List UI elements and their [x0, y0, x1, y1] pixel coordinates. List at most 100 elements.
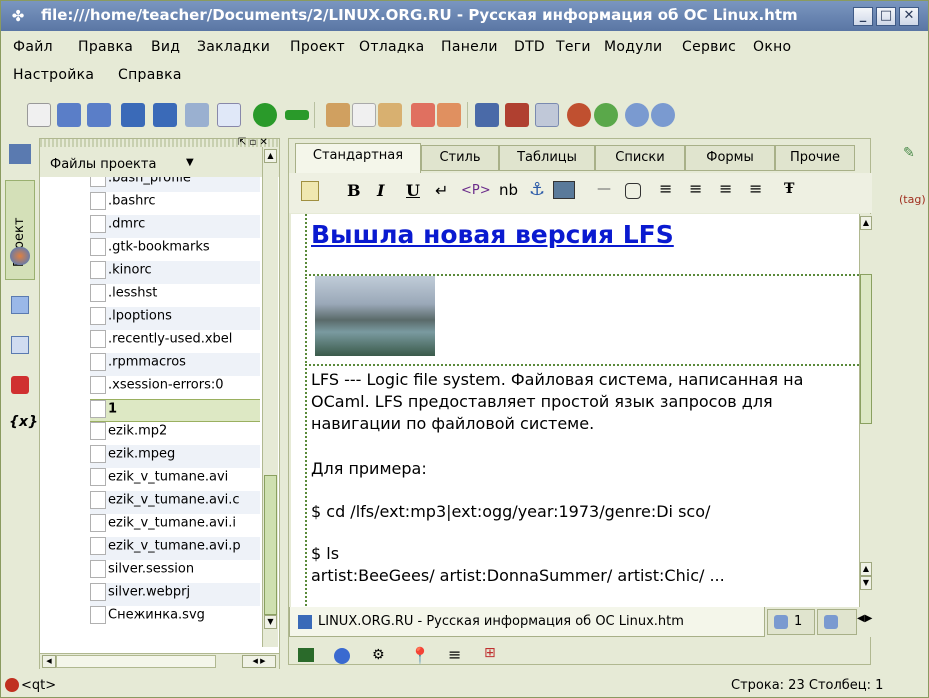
- menu-help[interactable]: Справка: [118, 67, 182, 83]
- chevron-down-icon[interactable]: ▼: [186, 157, 194, 168]
- quick-start-icon[interactable]: [301, 181, 319, 201]
- eye-icon[interactable]: [567, 103, 591, 127]
- file-tree-item[interactable]: ezik_v_tumane.avi.p: [90, 537, 260, 560]
- file-tree-item[interactable]: .lpoptions: [90, 307, 260, 330]
- file-tree-item[interactable]: .recently-used.xbel: [90, 330, 260, 353]
- align-justify-icon[interactable]: ≡: [749, 179, 762, 198]
- horizontal-rule-icon[interactable]: —: [597, 181, 611, 197]
- menu-project[interactable]: Проект: [290, 39, 345, 55]
- variables-icon[interactable]: {x}: [9, 414, 38, 430]
- nbsp-button[interactable]: nb: [499, 181, 518, 199]
- redo-icon[interactable]: [437, 103, 461, 127]
- problems-icon[interactable]: ⊞: [484, 645, 496, 661]
- hscrollbar-thumb[interactable]: [56, 655, 216, 668]
- vpl-view-icon[interactable]: [535, 103, 559, 127]
- editor-scrollbar-thumb[interactable]: [860, 274, 872, 424]
- info-icon[interactable]: [334, 648, 350, 664]
- tab-standard[interactable]: Стандартная: [295, 143, 421, 173]
- font-icon[interactable]: Ŧ: [784, 181, 794, 197]
- anchor-icon[interactable]: ⚓: [529, 179, 545, 200]
- document-structure-icon[interactable]: [11, 336, 29, 354]
- underline-button[interactable]: U: [406, 181, 420, 200]
- file-tree-item[interactable]: ezik.mpeg: [90, 445, 260, 468]
- italic-button[interactable]: I: [377, 181, 384, 200]
- menu-plugins[interactable]: Модули: [604, 39, 662, 55]
- doc-tab-main[interactable]: LINUX.ORG.RU - Русская информация об ОС …: [289, 607, 765, 637]
- tab-forms[interactable]: Формы: [685, 145, 775, 171]
- file-tree-item[interactable]: ezik_v_tumane.avi.c: [90, 491, 260, 514]
- menu-bookmarks[interactable]: Закладки: [197, 39, 270, 55]
- paste-icon[interactable]: [378, 103, 402, 127]
- file-tree-item[interactable]: .xsession-errors:0: [90, 376, 260, 399]
- menu-file[interactable]: Файл: [13, 39, 53, 55]
- add-icon[interactable]: [253, 103, 277, 127]
- file-tree-item[interactable]: 1: [90, 399, 260, 422]
- new-file-icon[interactable]: [27, 103, 51, 127]
- menu-tools[interactable]: Сервис: [682, 39, 736, 55]
- tab-scroll-arrows[interactable]: ◀▶: [857, 613, 872, 624]
- file-tree-item[interactable]: ezik_v_tumane.avi: [90, 468, 260, 491]
- filesystem-icon[interactable]: [9, 144, 31, 164]
- project-panel-title[interactable]: Файлы проекта: [50, 157, 156, 172]
- menu-panels[interactable]: Панели: [441, 39, 498, 55]
- close-button[interactable]: ✕: [899, 7, 919, 26]
- open-project-icon[interactable]: [87, 103, 111, 127]
- menu-debug[interactable]: Отладка: [359, 39, 425, 55]
- project-hscrollbar[interactable]: ◀ ◀ ▶: [40, 653, 279, 669]
- vpl-document-view[interactable]: Вышла новая версия LFS LFS --- Logic fil…: [291, 214, 859, 634]
- file-tree-item[interactable]: .dmrc: [90, 215, 260, 238]
- scripts-icon[interactable]: [11, 376, 29, 394]
- editor-scrollbar[interactable]: ▲ ▲ ▼: [859, 214, 872, 607]
- messages-icon[interactable]: [298, 648, 314, 662]
- file-tree-item[interactable]: ezik.mp2: [90, 422, 260, 445]
- article-heading-link[interactable]: Вышла новая версия LFS: [311, 220, 674, 249]
- file-tree-item[interactable]: .lesshst: [90, 284, 260, 307]
- copy-icon[interactable]: [352, 103, 376, 127]
- remove-icon[interactable]: [285, 110, 309, 120]
- align-center-icon[interactable]: ≡: [689, 179, 702, 198]
- reload-icon[interactable]: [594, 103, 618, 127]
- back-icon[interactable]: [625, 103, 649, 127]
- align-left-icon[interactable]: ≡: [659, 179, 672, 198]
- tab-tables[interactable]: Таблицы: [499, 145, 595, 171]
- file-tree-item[interactable]: silver.session: [90, 560, 260, 583]
- tab-lists[interactable]: Списки: [595, 145, 685, 171]
- undo-icon[interactable]: [411, 103, 435, 127]
- image-icon[interactable]: [553, 181, 575, 199]
- menu-tags[interactable]: Теги: [556, 39, 591, 55]
- doc-tab-partial[interactable]: [817, 609, 857, 635]
- menu-dtd[interactable]: DTD: [514, 39, 545, 55]
- print-icon[interactable]: [185, 103, 209, 127]
- save-all-icon[interactable]: [153, 103, 177, 127]
- comment-icon[interactable]: [625, 183, 641, 199]
- save-icon[interactable]: [121, 103, 145, 127]
- file-tree-item[interactable]: .bashrc: [90, 192, 260, 215]
- project-scrollbar[interactable]: ▲ ▼: [262, 147, 278, 647]
- file-tree-item[interactable]: Снежинка.svg: [90, 606, 260, 629]
- list-icon[interactable]: ≡: [448, 645, 461, 664]
- file-tree-item[interactable]: silver.webprj: [90, 583, 260, 606]
- attributes-icon[interactable]: ✎: [903, 145, 915, 161]
- tab-project[interactable]: Проект: [5, 180, 35, 280]
- line-break-icon[interactable]: ↵: [435, 181, 448, 200]
- templates-icon[interactable]: [11, 296, 29, 314]
- tab-other[interactable]: Прочие: [775, 145, 855, 171]
- file-tree-item[interactable]: .kinorc: [90, 261, 260, 284]
- cut-icon[interactable]: [326, 103, 350, 127]
- debug-icon[interactable]: ⚙: [372, 647, 385, 663]
- split-view-icon[interactable]: [505, 103, 529, 127]
- bold-button[interactable]: B: [347, 181, 361, 200]
- file-tree-item[interactable]: .gtk-bookmarks: [90, 238, 260, 261]
- tag-button[interactable]: (tag): [899, 193, 926, 206]
- source-view-icon[interactable]: [475, 103, 499, 127]
- file-tree-item[interactable]: .bash_profile: [90, 177, 260, 192]
- paragraph-button[interactable]: <P>: [461, 183, 491, 198]
- new-project-icon[interactable]: [57, 103, 81, 127]
- menu-edit[interactable]: Правка: [78, 39, 133, 55]
- forward-icon[interactable]: [651, 103, 675, 127]
- pin-icon[interactable]: 📍: [410, 646, 430, 665]
- maximize-button[interactable]: □: [876, 7, 896, 26]
- scrollbar-thumb[interactable]: [264, 475, 277, 615]
- file-tree-item[interactable]: .rpmmacros: [90, 353, 260, 376]
- menu-window[interactable]: Окно: [753, 39, 791, 55]
